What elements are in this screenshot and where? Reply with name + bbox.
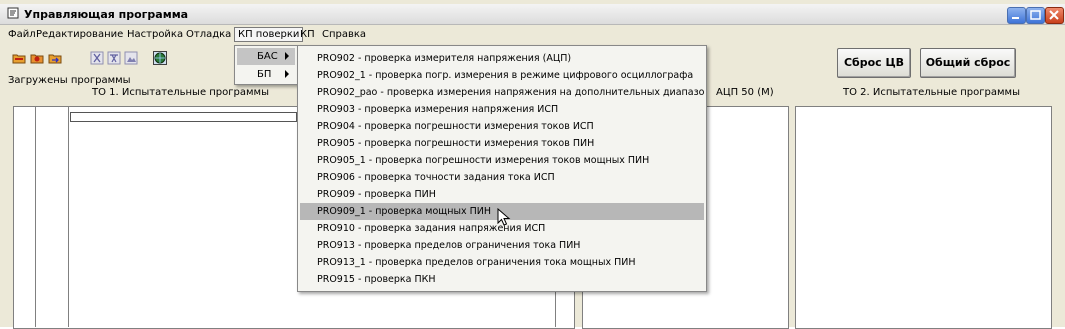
program-item[interactable]: PRO902 - проверка измерителя напряжения … bbox=[300, 50, 704, 67]
program-item[interactable]: PRO915 - проверка ПКН bbox=[300, 271, 704, 288]
programs-menu: PRO902 - проверка измерителя напряжения … bbox=[297, 45, 707, 292]
program-item[interactable]: PRO904 - проверка погрешности измерения … bbox=[300, 118, 704, 135]
loaded-programs-label: Загружены программы bbox=[8, 75, 131, 86]
menu-debug[interactable]: Отладка bbox=[183, 29, 234, 40]
image-icon[interactable] bbox=[124, 51, 138, 65]
submenu-item-bas[interactable]: БАС bbox=[237, 48, 295, 65]
title-bar: Управляющая программа bbox=[0, 4, 1065, 25]
to1-column-divider-2 bbox=[68, 106, 69, 327]
close-button[interactable] bbox=[1045, 7, 1064, 24]
chevron-right-icon bbox=[285, 52, 289, 60]
menu-bar: Файл Редактирование Настройка Отладка КП… bbox=[0, 27, 1065, 43]
maximize-button[interactable] bbox=[1026, 7, 1045, 24]
reset-cv-button[interactable]: Сброс ЦВ bbox=[837, 48, 911, 78]
program-item[interactable]: PRO905_1 - проверка погрешности измерени… bbox=[300, 152, 704, 169]
program-item[interactable]: PRO906 - проверка точности задания тока … bbox=[300, 169, 704, 186]
main-window: Управляющая программа Файл Редактировани… bbox=[0, 0, 1065, 329]
folder-arrow-icon[interactable] bbox=[48, 51, 62, 65]
to1-header: ТО 1. Испытательные программы bbox=[92, 87, 269, 98]
chevron-right-icon bbox=[285, 70, 289, 78]
program-item[interactable]: PRO909 - проверка ПИН bbox=[300, 186, 704, 203]
minimize-button[interactable] bbox=[1007, 7, 1026, 24]
mouse-cursor-icon bbox=[497, 208, 511, 226]
program-item[interactable]: PRO913 - проверка пределов ограничения т… bbox=[300, 237, 704, 254]
program-item[interactable]: PRO902_1 - проверка погр. измерения в ре… bbox=[300, 67, 704, 84]
to2-header: ТО 2. Испытательные программы bbox=[843, 87, 1020, 98]
menu-help[interactable]: Справка bbox=[319, 29, 369, 40]
open-folder-red-icon[interactable] bbox=[30, 51, 44, 65]
minimize-icon bbox=[1012, 17, 1019, 19]
window-title: Управляющая программа bbox=[24, 8, 189, 21]
to1-column-divider bbox=[35, 106, 36, 327]
menu-settings[interactable]: Настройка bbox=[124, 29, 186, 40]
close-icon bbox=[1049, 10, 1059, 20]
kp-verification-submenu: БАС БП bbox=[234, 45, 298, 85]
submenu-item-label: БАС bbox=[257, 51, 278, 62]
menu-kp[interactable]: КП bbox=[297, 29, 318, 40]
submenu-item-label: БП bbox=[257, 69, 272, 80]
maximize-icon bbox=[1030, 10, 1041, 20]
menu-kp-verification[interactable]: КП поверки bbox=[234, 27, 304, 42]
program-item[interactable]: PRO903 - проверка измерения напряжения И… bbox=[300, 101, 704, 118]
open-folder-icon[interactable] bbox=[12, 51, 26, 65]
program-item[interactable]: PRO905 - проверка погрешности измерения … bbox=[300, 135, 704, 152]
submenu-item-bp[interactable]: БП bbox=[237, 66, 295, 83]
globe-icon[interactable] bbox=[153, 51, 167, 65]
to1-header-strip bbox=[70, 112, 297, 122]
to2-panel[interactable] bbox=[795, 106, 1052, 329]
cut-icon[interactable] bbox=[90, 51, 104, 65]
app-icon bbox=[7, 7, 19, 19]
program-item[interactable]: PRO913_1 - проверка пределов ограничения… bbox=[300, 254, 704, 271]
menu-edit[interactable]: Редактирование bbox=[33, 29, 126, 40]
crossout-icon[interactable] bbox=[107, 51, 121, 65]
adc-header: АЦП 50 (М) bbox=[716, 87, 774, 98]
reset-all-button[interactable]: Общий сброс bbox=[920, 48, 1016, 78]
program-item[interactable]: PRO902_pao - проверка измерения напряжен… bbox=[300, 84, 704, 101]
